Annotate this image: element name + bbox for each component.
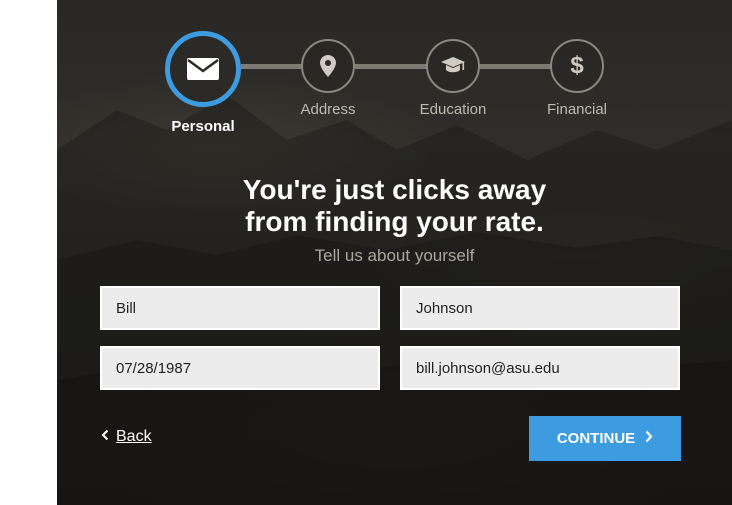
last-name-field[interactable] — [400, 286, 680, 330]
page-headline: You're just clicks away from finding you… — [57, 174, 732, 238]
progress-line-1 — [241, 64, 303, 69]
step-label-financial: Financial — [546, 101, 608, 118]
envelope-icon — [170, 36, 236, 102]
step-label-address: Address — [300, 101, 356, 118]
step-personal[interactable] — [165, 31, 241, 107]
subheading: Tell us about yourself — [314, 246, 475, 265]
map-pin-icon — [303, 41, 353, 91]
step-financial[interactable]: $ — [550, 39, 604, 93]
chevron-left-icon — [101, 428, 109, 446]
progress-line-3 — [479, 64, 551, 69]
chevron-right-icon — [645, 430, 653, 447]
signup-panel: Personal Address Education $ Financial Y… — [57, 0, 732, 505]
dollar-icon: $ — [570, 52, 584, 79]
graduation-cap-icon — [428, 41, 478, 91]
email-field[interactable] — [400, 346, 680, 390]
back-label: Back — [116, 428, 152, 445]
first-name-field[interactable] — [100, 286, 380, 330]
step-address[interactable] — [301, 39, 355, 93]
step-education[interactable] — [426, 39, 480, 93]
headline-line-1: You're just clicks away — [242, 174, 547, 205]
back-link[interactable]: Back — [101, 428, 152, 446]
headline-line-2: from finding your rate. — [245, 206, 544, 237]
date-of-birth-field[interactable] — [100, 346, 380, 390]
continue-button[interactable]: CONTINUE — [529, 416, 681, 461]
step-label-personal: Personal — [171, 118, 235, 135]
progress-line-2 — [355, 64, 427, 69]
continue-label: CONTINUE — [556, 430, 636, 447]
step-label-education: Education — [419, 101, 487, 118]
